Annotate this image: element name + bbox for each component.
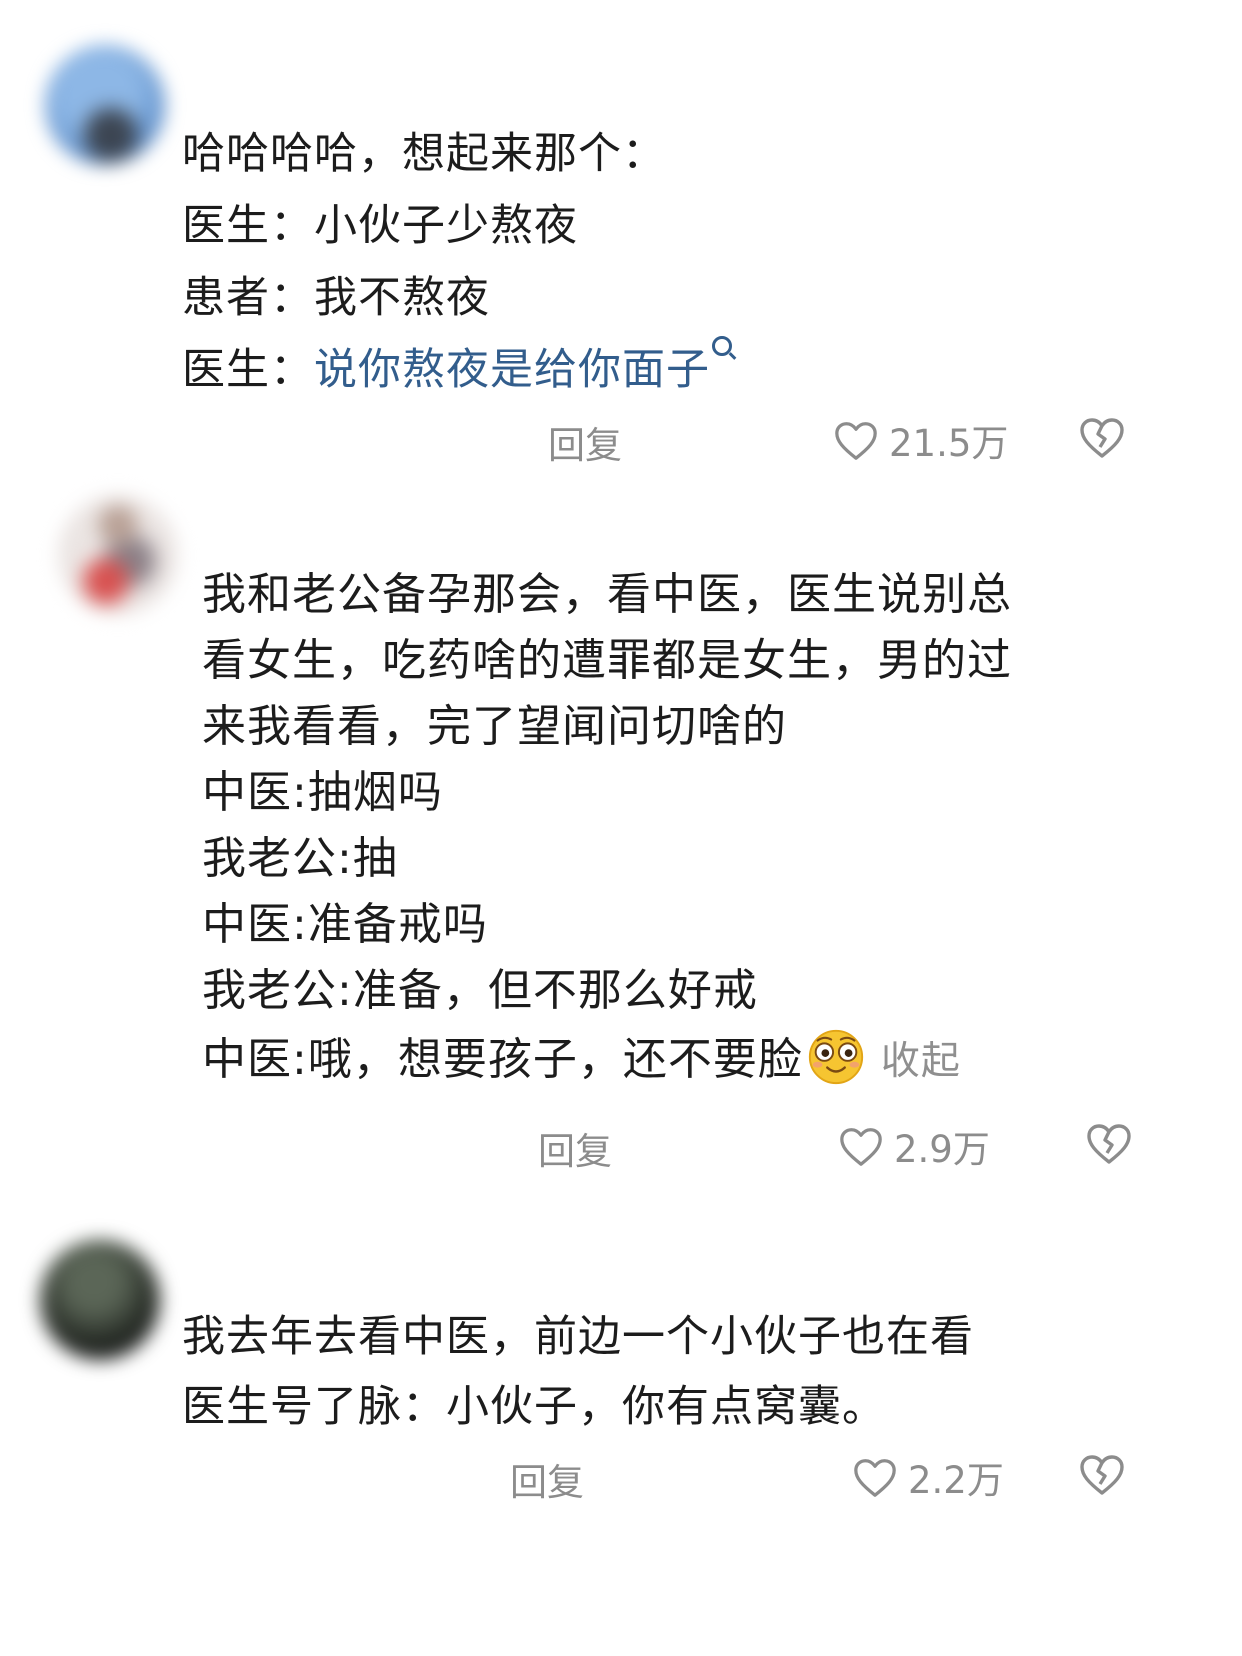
comment-line: 医生：说你熬夜是给你面子 [182,334,732,406]
avatar[interactable] [40,1240,160,1360]
comment-line-text: 中医:哦，想要孩子，还不要脸 [202,1034,803,1085]
comment-line: 医生：小伙子少熬夜 [182,201,578,251]
comment-line: 患者：我不熬夜 [182,273,490,323]
comment-line-text: 医生： [182,345,314,395]
search-icon[interactable] [712,336,732,356]
like-button[interactable]: 2.9万 [838,1119,990,1173]
broken-heart-icon [1080,1455,1124,1495]
comment-body: 哈哈哈哈，想起来那个： 医生：小伙子少熬夜 患者：我不熬夜 医生：说你熬夜是给你… [182,118,732,406]
comment-line: 我老公:抽 [202,833,398,884]
search-link[interactable]: 说你熬夜是给你面子 [314,345,710,395]
comment-line: 来我看看，完了望闻问切啥的 [202,701,787,752]
comment-1: 哈哈哈哈，想起来那个： 医生：小伙子少熬夜 患者：我不熬夜 医生：说你熬夜是给你… [0,0,1242,470]
comment-body: 我和老公备孕那会，看中医，医生说别总 看女生，吃药啥的遭罪都是女生，男的过 来我… [202,562,1012,1095]
reply-button[interactable]: 回复 [538,1121,612,1175]
dislike-button[interactable] [1085,1121,1133,1169]
broken-heart-icon [1087,1124,1131,1164]
heart-outline-icon [854,1459,896,1497]
dislike-button[interactable] [1078,415,1126,463]
comment-body: 我去年去看中医，前边一个小伙子也在看 医生号了脉：小伙子，你有点窝囊。 [182,1302,974,1442]
comment-2: 我和老公备孕那会，看中医，医生说别总 看女生，吃药啥的遭罪都是女生，男的过 来我… [0,470,1242,1210]
broken-heart-icon [1080,418,1124,458]
comment-line: 我老公:准备，但不那么好戒 [202,965,758,1016]
reply-button[interactable]: 回复 [548,415,622,469]
comment-line: 我和老公备孕那会，看中医，医生说别总 [202,569,1012,620]
comment-line: 我去年去看中医，前边一个小伙子也在看 [182,1312,974,1362]
heart-outline-icon [835,422,877,460]
comment-line: 哈哈哈哈，想起来那个： [182,129,666,179]
like-button[interactable]: 2.2万 [852,1450,1004,1504]
avatar[interactable] [45,45,165,165]
reply-button[interactable]: 回复 [510,1452,584,1506]
smiling-emoji-icon [808,1029,863,1085]
comment-line: 看女生，吃药啥的遭罪都是女生，男的过 [202,635,1012,686]
like-button[interactable]: 21.5万 [833,413,1008,467]
like-count: 2.2万 [908,1459,1004,1502]
like-count: 21.5万 [889,422,1009,465]
avatar[interactable] [58,495,178,615]
comment-line: 医生号了脉：小伙子，你有点窝囊。 [182,1382,886,1432]
comment-line: 中医:抽烟吗 [202,767,443,818]
dislike-button[interactable] [1078,1452,1126,1500]
like-count: 2.9万 [894,1128,990,1171]
collapse-link[interactable]: 收起 [881,1039,961,1084]
comment-line: 中医:准备戒吗 [202,899,488,950]
heart-outline-icon [840,1128,882,1166]
comment-line: 中医:哦，想要孩子，还不要脸 收起 [202,1024,1012,1095]
comment-3: 我去年去看中医，前边一个小伙子也在看 医生号了脉：小伙子，你有点窝囊。 回复 2… [0,1210,1242,1656]
